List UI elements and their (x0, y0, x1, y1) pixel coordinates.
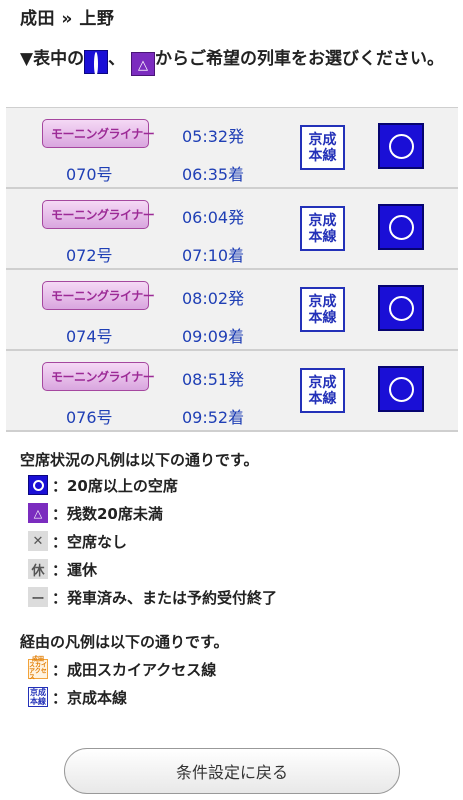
route-label-line1: 京成 (308, 131, 337, 148)
legend-text: ：発車済み、または予約受付終了 (52, 588, 278, 607)
legend-text: ：残数20席未満 (52, 504, 163, 523)
train-number: 076号 (66, 408, 113, 427)
circle-available-icon (388, 376, 414, 402)
train-type-badge: モーニングライナー (42, 200, 155, 229)
arrival-time: 09:09着 (182, 327, 245, 346)
select-seat-button[interactable] (378, 123, 424, 169)
dash-closed-icon: ー (28, 587, 48, 607)
route-label-line1: 京成 (308, 293, 337, 310)
circle-available-icon (388, 214, 414, 240)
legend-text: ：成田スカイアクセス線 (52, 660, 217, 679)
route-keisei-icon: 京成 本線 (300, 287, 345, 332)
instruction-text: ▼表中の 、 △ からご希望の列車をお選びください。 (20, 46, 448, 76)
train-name: モーニングライナー (51, 127, 155, 141)
arrival-time: 07:10着 (182, 246, 245, 265)
departure-time: 08:02発 (182, 289, 245, 308)
train-row: モーニングライナー 074号 08:02発 09:09着 京成 本線 (6, 270, 458, 351)
legend-item-suspended: 休 ：運休 (28, 558, 97, 580)
keisei-route-icon: 京成 本線 (28, 687, 48, 707)
departure-time: 05:32発 (182, 127, 245, 146)
select-seat-button[interactable] (378, 366, 424, 412)
circle-available-icon (28, 475, 48, 495)
route-keisei-icon: 京成 本線 (300, 206, 345, 251)
seat-legend-title: 空席状況の凡例は以下の通りです。 (20, 451, 259, 469)
train-type-badge: モーニングライナー (42, 281, 155, 310)
legend-text: ：20席以上の空席 (52, 476, 178, 495)
departure-time: 06:04発 (182, 208, 245, 227)
instruction-suffix: からご希望の列車をお選びください。 (155, 49, 444, 69)
train-name: モーニングライナー (51, 370, 155, 384)
train-type-badge: モーニングライナー (42, 119, 155, 148)
route-keisei-icon: 京成 本線 (300, 368, 345, 413)
legend-text: ：京成本線 (52, 688, 128, 707)
available-mark-icon (84, 50, 109, 76)
train-name: モーニングライナー (51, 208, 155, 222)
legend-text: ：空席なし (52, 532, 128, 551)
route-label-line2: 本線 (308, 228, 337, 245)
breadcrumb: 成田 » 上野 (20, 9, 115, 29)
circle-available-icon (388, 133, 414, 159)
select-seat-button[interactable] (378, 204, 424, 250)
train-name: モーニングライナー (51, 289, 155, 303)
legend-item-closed: ー ：発車済み、または予約受付終了 (28, 586, 277, 608)
route-keisei-icon: 京成 本線 (300, 125, 345, 170)
cross-full-icon: ✕ (28, 531, 48, 551)
arrival-time: 09:52着 (182, 408, 245, 427)
train-number: 074号 (66, 327, 113, 346)
route-label-line1: 京成 (308, 374, 337, 391)
circle-available-icon (388, 295, 414, 321)
arrival-time: 06:35着 (182, 165, 245, 184)
back-to-conditions-button[interactable]: 条件設定に戻る (64, 748, 400, 794)
route-label-line2: 本線 (308, 147, 337, 164)
few-seats-mark-icon: △ (131, 52, 155, 76)
train-row: モーニングライナー 072号 06:04発 07:10着 京成 本線 (6, 189, 458, 270)
legend-item-few: △ ：残数20席未満 (28, 502, 163, 524)
train-number: 072号 (66, 246, 113, 265)
train-row: モーニングライナー 076号 08:51発 09:52着 京成 本線 (6, 351, 458, 432)
train-table: モーニングライナー 070号 05:32発 06:35着 京成 本線 モーニング… (6, 107, 458, 432)
legend-item-keisei: 京成 本線 ：京成本線 (28, 686, 127, 708)
route-label-line2: 本線 (308, 309, 337, 326)
sky-access-route-icon: 成田 スカイ アクセス (28, 656, 48, 681)
instruction-prefix: ▼表中の (20, 49, 85, 69)
train-type-badge: モーニングライナー (42, 362, 155, 391)
train-number: 070号 (66, 165, 113, 184)
route-label-line2: 本線 (308, 390, 337, 407)
departure-time: 08:51発 (182, 370, 245, 389)
instruction-sep: 、 (108, 49, 126, 69)
legend-text: ：運休 (52, 560, 98, 579)
route-label-line1: 京成 (308, 212, 337, 229)
legend-item-available: ：20席以上の空席 (28, 474, 178, 496)
legend-item-sky-access: 成田 スカイ アクセス ：成田スカイアクセス線 (28, 656, 217, 681)
suspended-icon: 休 (28, 559, 48, 579)
triangle-few-icon: △ (28, 503, 48, 523)
route-legend-title: 経由の凡例は以下の通りです。 (20, 633, 229, 651)
train-row: モーニングライナー 070号 05:32発 06:35着 京成 本線 (6, 108, 458, 189)
select-seat-button[interactable] (378, 285, 424, 331)
legend-item-full: ✕ ：空席なし (28, 530, 127, 552)
